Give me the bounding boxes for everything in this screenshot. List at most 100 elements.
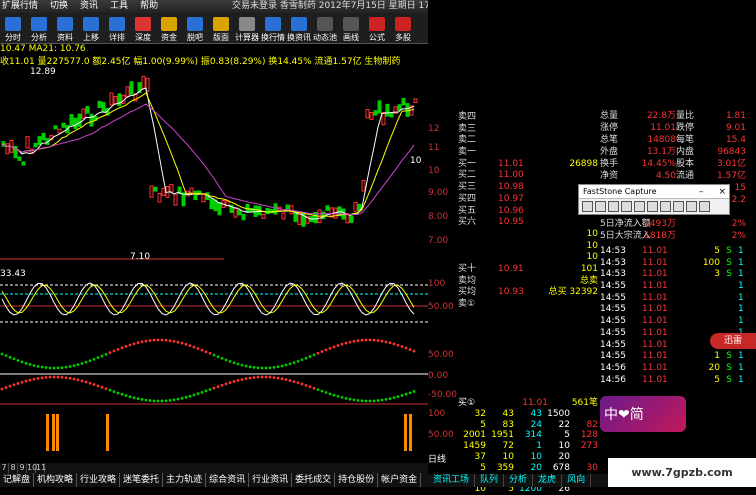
- bottom-tab[interactable]: 记解盘: [0, 473, 35, 487]
- toolbar-button-1[interactable]: 分析: [26, 13, 52, 44]
- toolbar-button-14[interactable]: 公式: [364, 13, 390, 44]
- capture-object-icon[interactable]: [595, 201, 606, 212]
- right-tab[interactable]: 分析: [504, 474, 534, 487]
- candle: [349, 215, 354, 223]
- menu-item-switch[interactable]: 切换: [50, 0, 68, 13]
- period-tab[interactable]: 9: [18, 463, 27, 473]
- macd-dot: [72, 364, 76, 368]
- toolbar-button-5[interactable]: 深度: [130, 13, 156, 44]
- toolbar-button-8[interactable]: 版面: [208, 13, 234, 44]
- menu-item-ext[interactable]: 扩展行情: [2, 0, 38, 13]
- toolbar-button-13[interactable]: 画线: [338, 13, 364, 44]
- menu-item-tools[interactable]: 工具: [110, 0, 128, 13]
- trade-p: 11.01: [642, 304, 668, 315]
- bottom-tab[interactable]: 迷笔委托: [120, 473, 164, 487]
- toolbar-button-10[interactable]: 换行情: [260, 13, 286, 44]
- trade-d: S: [726, 246, 732, 256]
- trade-n: 1: [738, 281, 744, 292]
- bottom-tab[interactable]: 委托成交: [292, 473, 336, 487]
- period-tab[interactable]: 7: [0, 463, 9, 473]
- quote-price: [498, 241, 548, 253]
- queue-row: 32 43 43 1500: [458, 409, 600, 420]
- toolbar-icon: [83, 17, 99, 31]
- toolbar-button-4[interactable]: 详排: [104, 13, 130, 44]
- candle: [153, 186, 158, 192]
- right-tab[interactable]: 资讯工场: [428, 474, 476, 487]
- capture-fullscreen-icon[interactable]: [634, 201, 645, 212]
- quote-row: 买十 10.91 101: [458, 264, 600, 276]
- capture-window-icon[interactable]: [582, 201, 593, 212]
- macd-dot: [292, 380, 296, 383]
- quote-row: 买二 11.00: [458, 170, 600, 182]
- macd-dot: [272, 365, 276, 369]
- bottom-tab[interactable]: 综合资讯: [206, 473, 250, 487]
- macd-dot: [168, 398, 172, 402]
- bottom-tab[interactable]: 机构攻略: [34, 473, 78, 487]
- candle: [181, 192, 186, 207]
- stat-v: 4.50: [655, 171, 676, 181]
- macd-dot: [268, 375, 272, 379]
- close-icon[interactable]: ×: [718, 187, 726, 197]
- bottom-tab[interactable]: 主力轨迹: [163, 473, 207, 487]
- capture-scroll-icon[interactable]: [647, 201, 658, 212]
- period-label[interactable]: 日线: [428, 452, 458, 465]
- stat-v2: 96843: [717, 147, 746, 157]
- toolbar-button-11[interactable]: 换资讯: [286, 13, 312, 44]
- menu-item-news[interactable]: 资讯: [80, 0, 98, 13]
- toolbar-label: 深度: [135, 33, 151, 42]
- toolbar-button-0[interactable]: 分时: [0, 13, 26, 44]
- macd-dot: [156, 338, 160, 342]
- toolbar-button-7[interactable]: 脱吧: [182, 13, 208, 44]
- candle: [413, 98, 418, 103]
- macd-dot: [132, 342, 136, 346]
- quote-price: 10.96: [498, 205, 524, 216]
- macd-dot: [384, 397, 388, 401]
- macd-dot: [236, 379, 240, 382]
- right-tab[interactable]: 风向: [562, 474, 592, 487]
- macd-dot: [280, 377, 284, 381]
- macd-dot: [64, 376, 68, 380]
- capture-region-icon[interactable]: [608, 201, 619, 212]
- capture-video-icon[interactable]: [673, 201, 684, 212]
- queue-cell: 30: [586, 462, 598, 473]
- stat-v: 1493万: [644, 219, 676, 229]
- toolbar-button-9[interactable]: 计算器: [234, 13, 260, 44]
- toolbar-button-6[interactable]: 资金: [156, 13, 182, 44]
- right-tab[interactable]: 队列: [475, 474, 505, 487]
- menu-item-help[interactable]: 帮助: [140, 0, 158, 13]
- quote-vol: 10: [586, 228, 598, 239]
- toolbar-button-3[interactable]: 上移: [78, 13, 104, 44]
- toolbar-button-2[interactable]: 资料: [52, 13, 78, 44]
- queue-cell: 1500: [547, 408, 570, 419]
- bottom-tab[interactable]: 行业攻略: [77, 473, 121, 487]
- capture-fixed-icon[interactable]: [660, 201, 671, 212]
- trade-d: [720, 316, 738, 328]
- trade-p: 11.01: [642, 246, 668, 256]
- toolbar-button-15[interactable]: 多股: [390, 13, 416, 44]
- quote-row: 10: [458, 252, 600, 264]
- bottom-tab[interactable]: 行业资讯: [249, 473, 293, 487]
- macd-dot: [404, 392, 408, 396]
- macd-dot: [364, 399, 368, 403]
- macd-dot: [104, 352, 108, 356]
- toolbar-label: 公式: [369, 33, 385, 42]
- period-tab[interactable]: 11: [36, 463, 46, 473]
- bottom-tab[interactable]: 帐户资金: [378, 473, 422, 487]
- period-tab[interactable]: 8: [9, 463, 18, 473]
- settings-icon[interactable]: [699, 201, 710, 212]
- macd-dot: [392, 342, 396, 346]
- capture-freehand-icon[interactable]: [621, 201, 632, 212]
- quote-vol: 总买 32392: [548, 287, 599, 298]
- period-tab[interactable]: 10: [27, 463, 37, 473]
- minimize-icon[interactable]: –: [699, 187, 704, 197]
- faststone-capture-window[interactable]: FastStone Capture – ×: [578, 184, 730, 215]
- output-icon[interactable]: [686, 201, 697, 212]
- macd-dot: [88, 359, 92, 363]
- toolbar-button-12[interactable]: 动态池: [312, 13, 338, 44]
- bottom-tab[interactable]: 持仓股份: [335, 473, 379, 487]
- quote-label: 卖二: [458, 135, 477, 146]
- side-badge[interactable]: 迅雷: [710, 333, 756, 349]
- stat-k: 涨停: [600, 123, 619, 133]
- right-tab[interactable]: 龙虎: [533, 474, 563, 487]
- stat-k: 总量: [600, 111, 619, 121]
